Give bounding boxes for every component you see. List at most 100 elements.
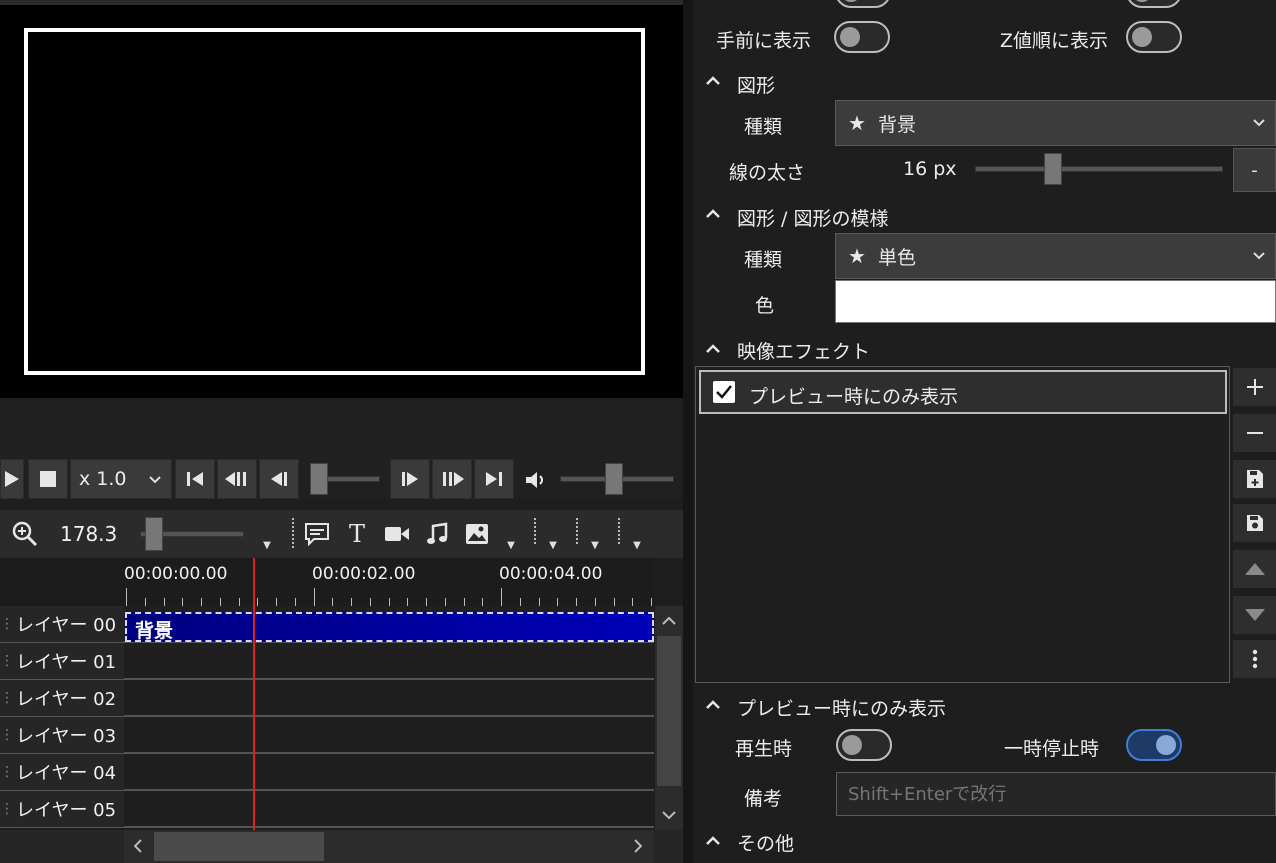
speed-select[interactable]: x 1.0 [70,459,172,499]
next-frame-button[interactable] [390,459,430,499]
layer-header[interactable]: ⋮ レイヤー 04 [0,754,124,791]
prev-keyframe-button[interactable] [217,459,257,499]
pattern-kind-select[interactable]: ★ 単色 [835,233,1276,279]
shape-kind-select[interactable]: ★ 背景 [835,100,1276,146]
drag-handle-icon[interactable]: ⋮ [0,764,14,780]
layer-header-corner [0,558,124,606]
time-ruler[interactable]: 00:00:00.00 00:00:02.00 00:00:04.00 [124,558,654,606]
ruler-tick [594,598,596,606]
seek-slider-thumb[interactable] [310,463,328,495]
ruler-tick [219,598,221,606]
add-effect-button[interactable] [1233,368,1276,408]
ruler-tick [426,598,427,606]
stop-button[interactable] [28,459,68,499]
effect-checkbox[interactable] [713,381,735,403]
scroll-up-icon[interactable] [655,610,683,632]
ruler-tick [482,598,484,606]
comment-icon [305,523,329,546]
volume-button[interactable] [522,465,552,495]
zoom-button[interactable] [10,519,40,549]
shape-kind-value: 背景 [877,113,916,136]
collapse-shape-icon[interactable] [705,72,721,88]
add-comment-button[interactable] [302,519,332,549]
vscroll-thumb[interactable] [657,636,681,786]
front-toggle[interactable] [834,21,890,53]
layer-header[interactable]: ⋮ レイヤー 05 [0,791,124,828]
add-image-button[interactable] [462,519,492,549]
shape-kind-label: 種類 [744,116,783,138]
memo-input[interactable] [836,772,1276,816]
more-items-dropdown-3[interactable]: ▼ [588,538,602,552]
playhead[interactable] [253,558,255,830]
line-width-slider-thumb[interactable] [1044,153,1062,185]
pattern-kind-value: 単色 [877,246,916,269]
go-end-button[interactable] [474,459,514,499]
stop-icon [40,471,56,487]
layer-header[interactable]: ⋮ レイヤー 02 [0,680,124,717]
hscroll-thumb[interactable] [154,832,324,861]
move-effect-up-button[interactable] [1233,550,1276,590]
effect-more-button[interactable] [1233,640,1276,680]
line-width-minus-button[interactable]: - [1233,148,1276,192]
prev-frame-button[interactable] [259,459,299,499]
add-audio-button[interactable] [422,519,452,549]
drag-handle-icon[interactable]: ⋮ [0,653,14,669]
play-button[interactable] [0,459,24,499]
save-new-effect-button[interactable] [1233,460,1276,500]
layer-name: レイヤー 01 [16,652,117,673]
remove-effect-button[interactable] [1233,414,1276,454]
collapse-other-icon[interactable] [705,832,721,848]
color-picker[interactable] [835,280,1276,323]
volume-slider-thumb[interactable] [605,463,623,495]
scroll-right-icon[interactable] [628,836,648,856]
collapse-preview-icon[interactable] [705,696,721,712]
drag-handle-icon[interactable]: ⋮ [0,616,14,632]
line-width-slider-track[interactable] [975,166,1223,172]
ruler-tick [463,598,465,606]
minus-icon [1246,432,1263,434]
play-toggle[interactable] [836,729,892,761]
track-row[interactable] [124,680,654,717]
more-items-dropdown-1[interactable]: ▼ [504,538,518,552]
toggle-knob [1132,27,1152,47]
zoom-slider-thumb[interactable] [145,517,163,551]
timecode-0: 00:00:00.00 [124,564,228,584]
ruler-tick [613,598,615,606]
scroll-corner [654,830,683,863]
collapse-pattern-icon[interactable] [705,205,721,221]
music-note-icon [427,522,448,544]
next-keyframe-button[interactable] [432,459,472,499]
save-effect-button[interactable] [1233,504,1276,544]
more-items-dropdown-2[interactable]: ▼ [546,538,560,552]
drag-handle-icon[interactable]: ⋮ [0,801,14,817]
pane-splitter[interactable] [683,0,693,863]
go-start-button[interactable] [175,459,215,499]
clip-background[interactable]: 背景 [125,612,654,642]
add-text-button[interactable]: T [342,519,372,549]
clip-label: 背景 [135,620,174,642]
layer-header[interactable]: ⋮ レイヤー 00 [0,606,124,643]
track-row[interactable] [124,643,654,680]
scroll-down-icon[interactable] [655,804,683,826]
track-row[interactable] [124,791,654,828]
layer-header[interactable]: ⋮ レイヤー 01 [0,643,124,680]
timeline-hscroll[interactable] [124,830,654,863]
timeline-vscroll[interactable] [655,606,683,830]
layer-header[interactable]: ⋮ レイヤー 03 [0,717,124,754]
pause-toggle[interactable] [1126,729,1182,761]
move-effect-down-button[interactable] [1233,596,1276,636]
zorder-toggle[interactable] [1126,21,1182,53]
drag-handle-icon[interactable]: ⋮ [0,727,14,743]
dropdown-arrow-icon[interactable]: ▼ [260,538,274,552]
next-keyframe-icon [443,472,464,486]
more-items-dropdown-4[interactable]: ▼ [630,538,644,552]
track-row[interactable] [124,717,654,754]
track-row[interactable] [124,754,654,791]
line-width-value[interactable]: 16 px [903,158,957,180]
effect-item[interactable]: プレビュー時にのみ表示 [699,370,1227,414]
collapse-effects-icon[interactable] [705,340,721,356]
drag-handle-icon[interactable]: ⋮ [0,690,14,706]
scroll-left-icon[interactable] [128,836,148,856]
add-video-button[interactable] [382,519,412,549]
text-icon: T [348,520,365,548]
